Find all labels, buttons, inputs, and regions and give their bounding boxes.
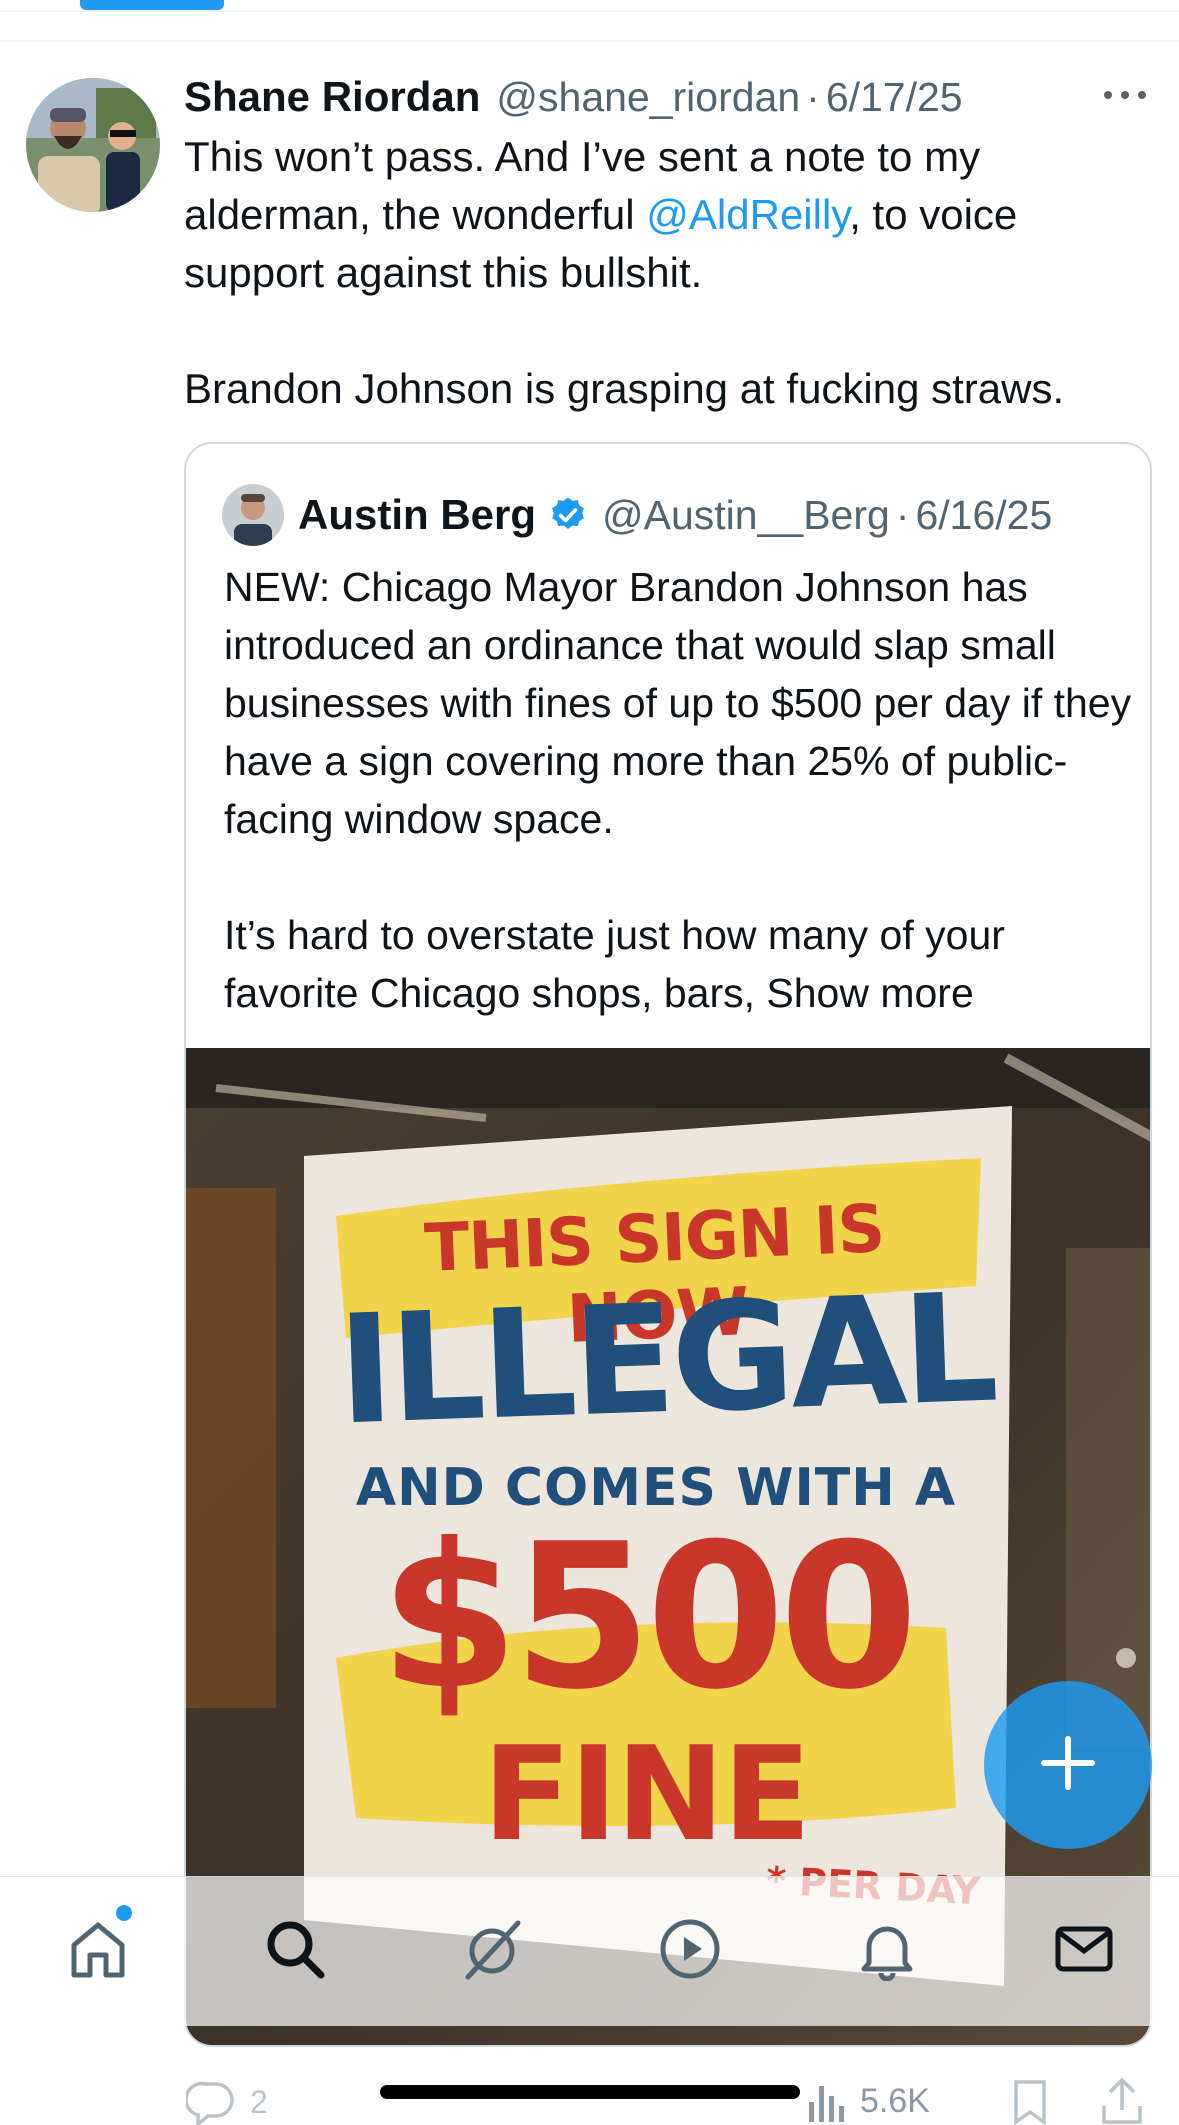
nav-home[interactable] bbox=[58, 1911, 138, 1991]
sign-line-4: $500 bbox=[379, 1501, 919, 1734]
post-body: This won’t pass. And I’ve sent a note to… bbox=[184, 128, 1154, 418]
quoted-body: NEW: Chicago Mayor Brandon Johnson has i… bbox=[224, 558, 1134, 1022]
bottom-navigation bbox=[0, 1876, 1179, 2026]
sign-line-2: ILLEGAL bbox=[335, 1261, 997, 1459]
divider bbox=[0, 40, 1179, 42]
home-icon bbox=[66, 1917, 130, 1986]
search-icon bbox=[263, 1917, 327, 1986]
mention-link[interactable]: @AldReilly bbox=[646, 191, 849, 238]
nav-notifications[interactable] bbox=[847, 1911, 927, 1991]
more-horizontal-icon[interactable] bbox=[1100, 80, 1150, 110]
show-more-link[interactable]: Show more bbox=[766, 970, 973, 1016]
post-header: Shane Riordan @shane_riordan · 6/17/25 bbox=[184, 72, 1144, 122]
compose-button[interactable] bbox=[984, 1681, 1152, 1849]
video-icon bbox=[658, 1917, 722, 1986]
quoted-text: NEW: Chicago Mayor Brandon Johnson has i… bbox=[224, 564, 1132, 1016]
share-icon[interactable] bbox=[1100, 2076, 1144, 2125]
messages-icon bbox=[1052, 1917, 1116, 1986]
quoted-avatar[interactable] bbox=[222, 484, 284, 546]
post-date[interactable]: 6/17/25 bbox=[826, 74, 963, 121]
verified-badge-icon bbox=[548, 495, 588, 535]
quoted-date[interactable]: 6/16/25 bbox=[915, 492, 1052, 539]
grok-icon bbox=[460, 1917, 524, 1986]
author-name[interactable]: Shane Riordan bbox=[184, 73, 480, 121]
active-tab-indicator bbox=[80, 0, 224, 10]
quoted-header: Austin Berg @Austin__Berg · 6/16/25 bbox=[298, 488, 1138, 542]
separator: · bbox=[895, 491, 910, 538]
separator: · bbox=[806, 73, 820, 120]
quoted-author-name[interactable]: Austin Berg bbox=[298, 491, 536, 539]
compose-plus-icon bbox=[1038, 1733, 1098, 1798]
notification-dot bbox=[116, 1905, 132, 1921]
nav-search[interactable] bbox=[255, 1911, 335, 1991]
sign-line-5: FINE bbox=[482, 1718, 812, 1870]
views-icon[interactable] bbox=[805, 2080, 849, 2125]
author-handle[interactable]: @shane_riordan bbox=[496, 74, 800, 121]
avatar[interactable] bbox=[26, 78, 160, 212]
views-count: 5.6K bbox=[860, 2082, 930, 2120]
home-indicator bbox=[380, 2085, 800, 2099]
nav-messages[interactable] bbox=[1044, 1911, 1124, 1991]
quoted-author-handle[interactable]: @Austin__Berg bbox=[602, 492, 890, 539]
reply-count: 2 bbox=[250, 2084, 268, 2120]
bookmark-icon[interactable] bbox=[1010, 2078, 1050, 2125]
nav-video[interactable] bbox=[650, 1911, 730, 1991]
nav-grok[interactable] bbox=[452, 1911, 532, 1991]
reply-icon[interactable] bbox=[184, 2080, 236, 2125]
notifications-icon bbox=[855, 1917, 919, 1986]
divider bbox=[0, 10, 1179, 12]
